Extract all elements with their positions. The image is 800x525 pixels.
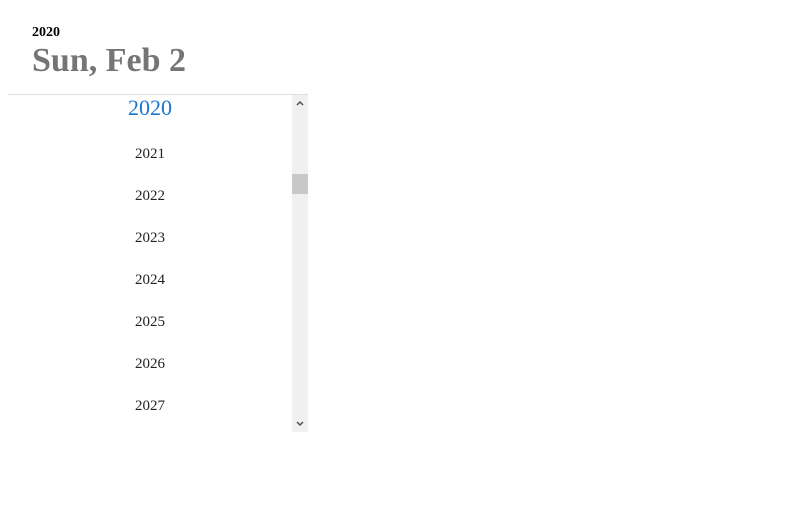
- date-picker: 2020 Sun, Feb 2 2020 2021 2022 2023 2024…: [8, 0, 308, 432]
- header-year-button[interactable]: 2020: [32, 25, 60, 41]
- year-list-scrollbar[interactable]: [292, 95, 308, 432]
- picker-header: 2020 Sun, Feb 2: [8, 0, 308, 95]
- year-list[interactable]: 2020 2021 2022 2023 2024 2025 2026 2027: [8, 95, 292, 432]
- year-item[interactable]: 2027: [8, 398, 292, 415]
- year-item[interactable]: 2026: [8, 356, 292, 373]
- year-item[interactable]: 2022: [8, 188, 292, 205]
- header-date-button[interactable]: Sun, Feb 2: [32, 42, 186, 80]
- year-item[interactable]: 2023: [8, 230, 292, 247]
- year-item[interactable]: 2024: [8, 272, 292, 289]
- year-item[interactable]: 2021: [8, 146, 292, 163]
- year-item[interactable]: 2025: [8, 314, 292, 331]
- scrollbar-thumb[interactable]: [292, 174, 308, 194]
- chevron-up-icon[interactable]: [292, 95, 308, 111]
- year-item-selected[interactable]: 2020: [8, 95, 292, 121]
- chevron-down-icon[interactable]: [292, 416, 308, 432]
